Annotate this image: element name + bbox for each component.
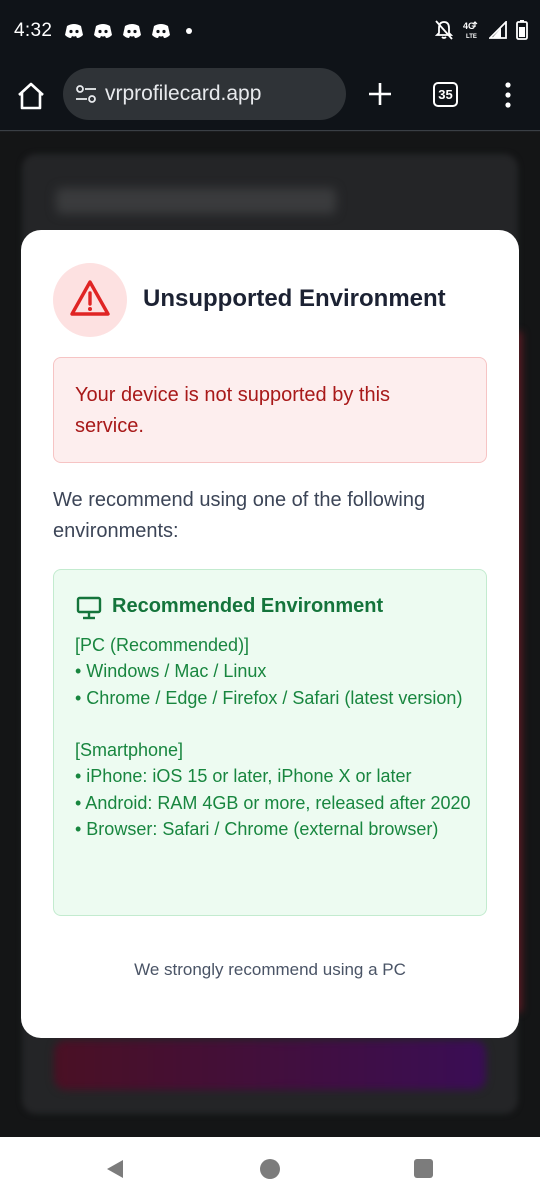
env-line-browser: • Browser: Safari / Chrome (external bro… — [75, 819, 439, 840]
network-4g-lte-icon: 4G LTE — [463, 21, 478, 40]
status-bar: 4:32 4G LTE — [0, 0, 540, 62]
env-requirements-list: [PC (Recommended)] • Windows / Mac / Lin… — [75, 632, 475, 842]
modal-title: Unsupported Environment — [143, 285, 446, 312]
home-button[interactable] — [260, 1159, 280, 1179]
home-icon[interactable] — [16, 81, 46, 111]
discord-icon — [123, 24, 141, 38]
background-button-blurred — [54, 1040, 486, 1090]
env-line-smartphone-heading: [Smartphone] — [75, 740, 184, 761]
notification-icons — [64, 22, 192, 40]
signal-icon — [489, 21, 507, 39]
navigation-bar — [0, 1137, 540, 1200]
svg-text:4G: 4G — [463, 21, 475, 31]
warning-triangle-icon — [70, 280, 110, 316]
env-line-pc-browser: • Chrome / Edge / Firefox / Safari (late… — [75, 687, 463, 708]
discord-icon — [65, 24, 83, 38]
error-alert: Your device is not supported by this ser… — [53, 357, 487, 463]
svg-text:LTE: LTE — [466, 34, 477, 40]
background-title-blurred — [56, 188, 336, 214]
error-message: Your device is not supported by this ser… — [75, 384, 391, 437]
status-time: 4:32 — [14, 20, 53, 41]
bell-off-icon — [435, 20, 453, 40]
url-text: vrprofilecard.app — [105, 82, 262, 105]
discord-icon — [94, 24, 112, 38]
more-options-icon[interactable] — [500, 82, 516, 108]
address-bar[interactable]: vrprofilecard.app — [63, 68, 346, 120]
recommended-environment-box: Recommended Environment [PC (Recommended… — [53, 569, 487, 916]
env-line-android: • Android: RAM 4GB or more, released aft… — [75, 792, 471, 813]
discord-icon — [152, 24, 170, 38]
recommend-text: We recommend using one of the following … — [53, 489, 426, 542]
recents-button[interactable] — [414, 1159, 433, 1178]
unsupported-environment-modal: Unsupported Environment Your device is n… — [21, 230, 519, 1038]
env-line-iphone: • iPhone: iOS 15 or later, iPhone X or l… — [75, 766, 412, 787]
monitor-icon — [76, 596, 102, 620]
new-tab-icon[interactable] — [366, 80, 394, 108]
back-icon[interactable] — [105, 1159, 125, 1179]
env-box-title: Recommended Environment — [112, 595, 384, 617]
env-line-spacer — [75, 711, 475, 737]
tab-switcher-button[interactable]: 35 — [433, 82, 458, 107]
more-notifications-dot — [186, 28, 192, 34]
env-line-pc-heading: [PC (Recommended)] — [75, 635, 250, 655]
warning-badge — [53, 263, 127, 337]
site-settings-icon[interactable] — [75, 83, 97, 105]
footer-note: We strongly recommend using a PC — [134, 960, 406, 979]
battery-icon — [516, 20, 528, 40]
env-line-pc-os: • Windows / Mac / Linux — [75, 661, 267, 682]
system-icons: 4G LTE — [435, 20, 528, 40]
browser-toolbar: vrprofilecard.app 35 — [0, 62, 540, 131]
